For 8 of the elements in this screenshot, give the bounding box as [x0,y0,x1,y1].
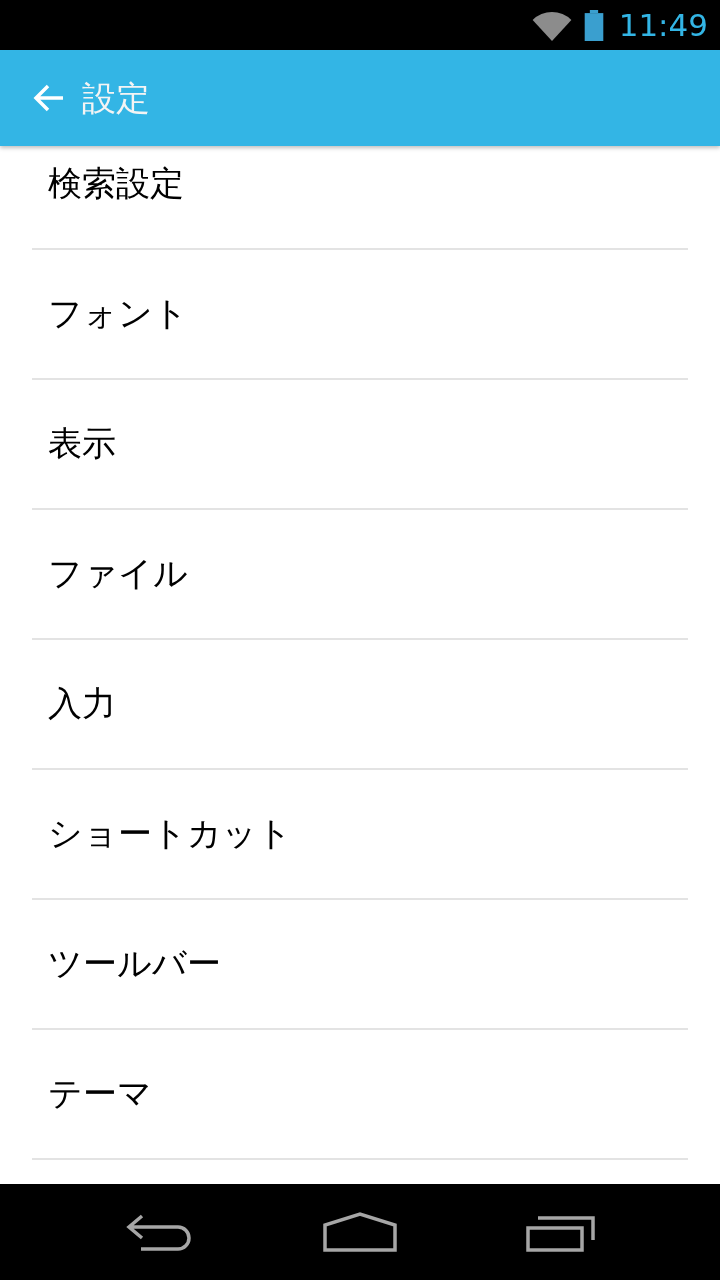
battery-icon [583,9,604,41]
back-icon[interactable] [126,1214,194,1252]
screen-title: 設定 [82,77,150,119]
home-icon[interactable] [323,1212,397,1252]
wifi-icon [531,11,572,41]
recent-apps-icon[interactable] [526,1216,596,1252]
status-time: 11:49 [618,9,708,41]
back-arrow-icon [33,84,65,112]
